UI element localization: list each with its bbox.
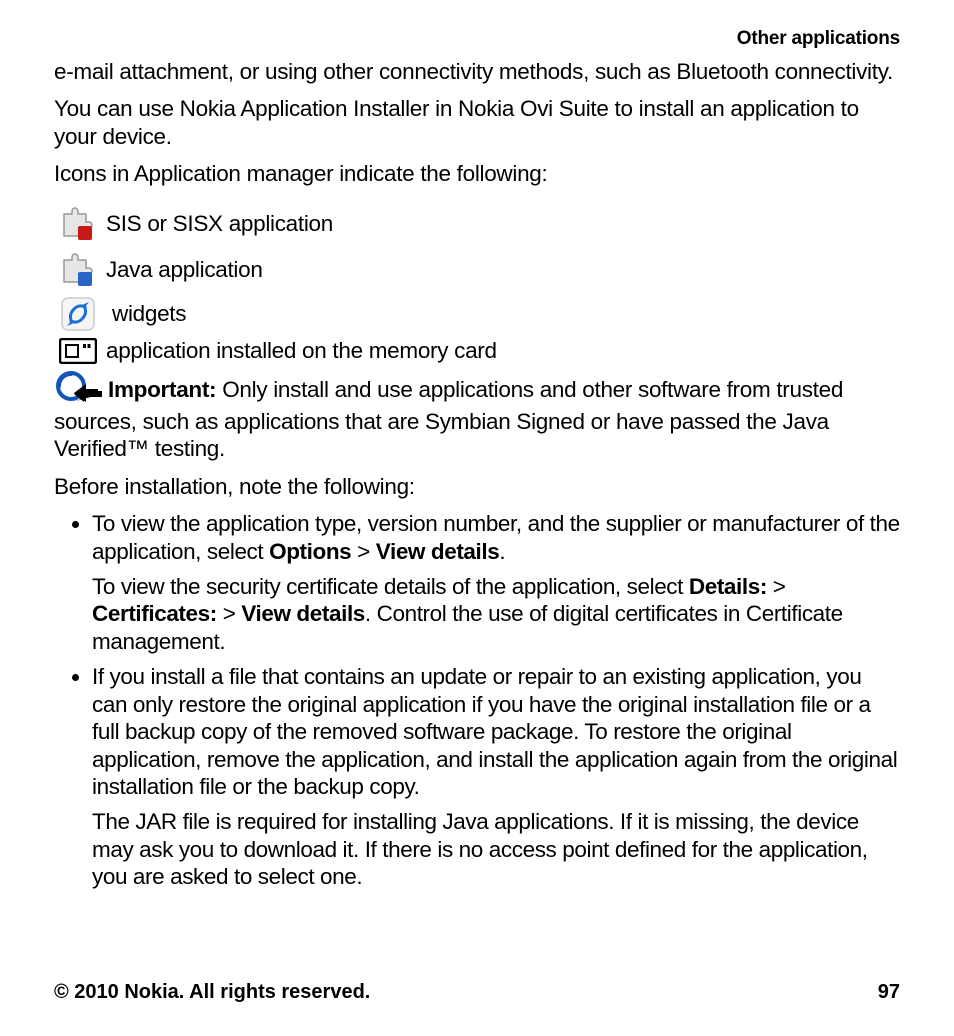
menu-path-segment: View details <box>241 601 365 626</box>
icon-label: application installed on the memory card <box>106 338 497 364</box>
page-header: Other applications <box>54 28 900 50</box>
menu-path-segment: View details <box>376 539 500 564</box>
sis-puzzle-icon <box>54 204 102 244</box>
icon-definition-row: widgets <box>54 296 900 332</box>
icon-definition-row: SIS or SISX application <box>54 204 900 244</box>
icon-label: SIS or SISX application <box>106 211 333 237</box>
important-icon <box>54 371 104 405</box>
menu-path-segment: Certificates: <box>92 601 217 626</box>
text: To view the security certificate details… <box>92 574 689 599</box>
text: > <box>217 601 241 626</box>
icon-label: widgets <box>112 301 186 327</box>
menu-path-segment: Options <box>269 539 351 564</box>
text: > <box>767 574 786 599</box>
page-footer: © 2010 Nokia. All rights reserved. 97 <box>54 981 900 1004</box>
icon-definition-row: Java application <box>54 250 900 290</box>
menu-path-segment: Details: <box>689 574 767 599</box>
important-note: Important: Only install and use applicat… <box>54 374 900 463</box>
bullet-list: To view the application type, version nu… <box>54 510 900 891</box>
java-puzzle-icon <box>54 250 102 290</box>
paragraph: e-mail attachment, or using other connec… <box>54 58 900 85</box>
document-page: Other applications e-mail attachment, or… <box>0 0 954 1036</box>
page-number: 97 <box>878 981 900 1004</box>
text: . <box>499 539 505 564</box>
icon-label: Java application <box>106 257 263 283</box>
icon-definition-row: application installed on the memory card <box>54 338 900 364</box>
list-item: If you install a file that contains an u… <box>92 663 900 891</box>
copyright-text: © 2010 Nokia. All rights reserved. <box>54 981 370 1004</box>
list-item: To view the application type, version nu… <box>92 510 900 655</box>
memory-card-icon <box>54 338 102 364</box>
important-label: Important: <box>108 377 216 402</box>
widgets-icon <box>54 296 102 332</box>
text: The JAR file is required for installing … <box>92 808 900 890</box>
paragraph: Before installation, note the following: <box>54 473 900 500</box>
paragraph: You can use Nokia Application Installer … <box>54 95 900 150</box>
text: > <box>351 539 375 564</box>
text: If you install a file that contains an u… <box>92 664 897 799</box>
paragraph: Icons in Application manager indicate th… <box>54 160 900 187</box>
